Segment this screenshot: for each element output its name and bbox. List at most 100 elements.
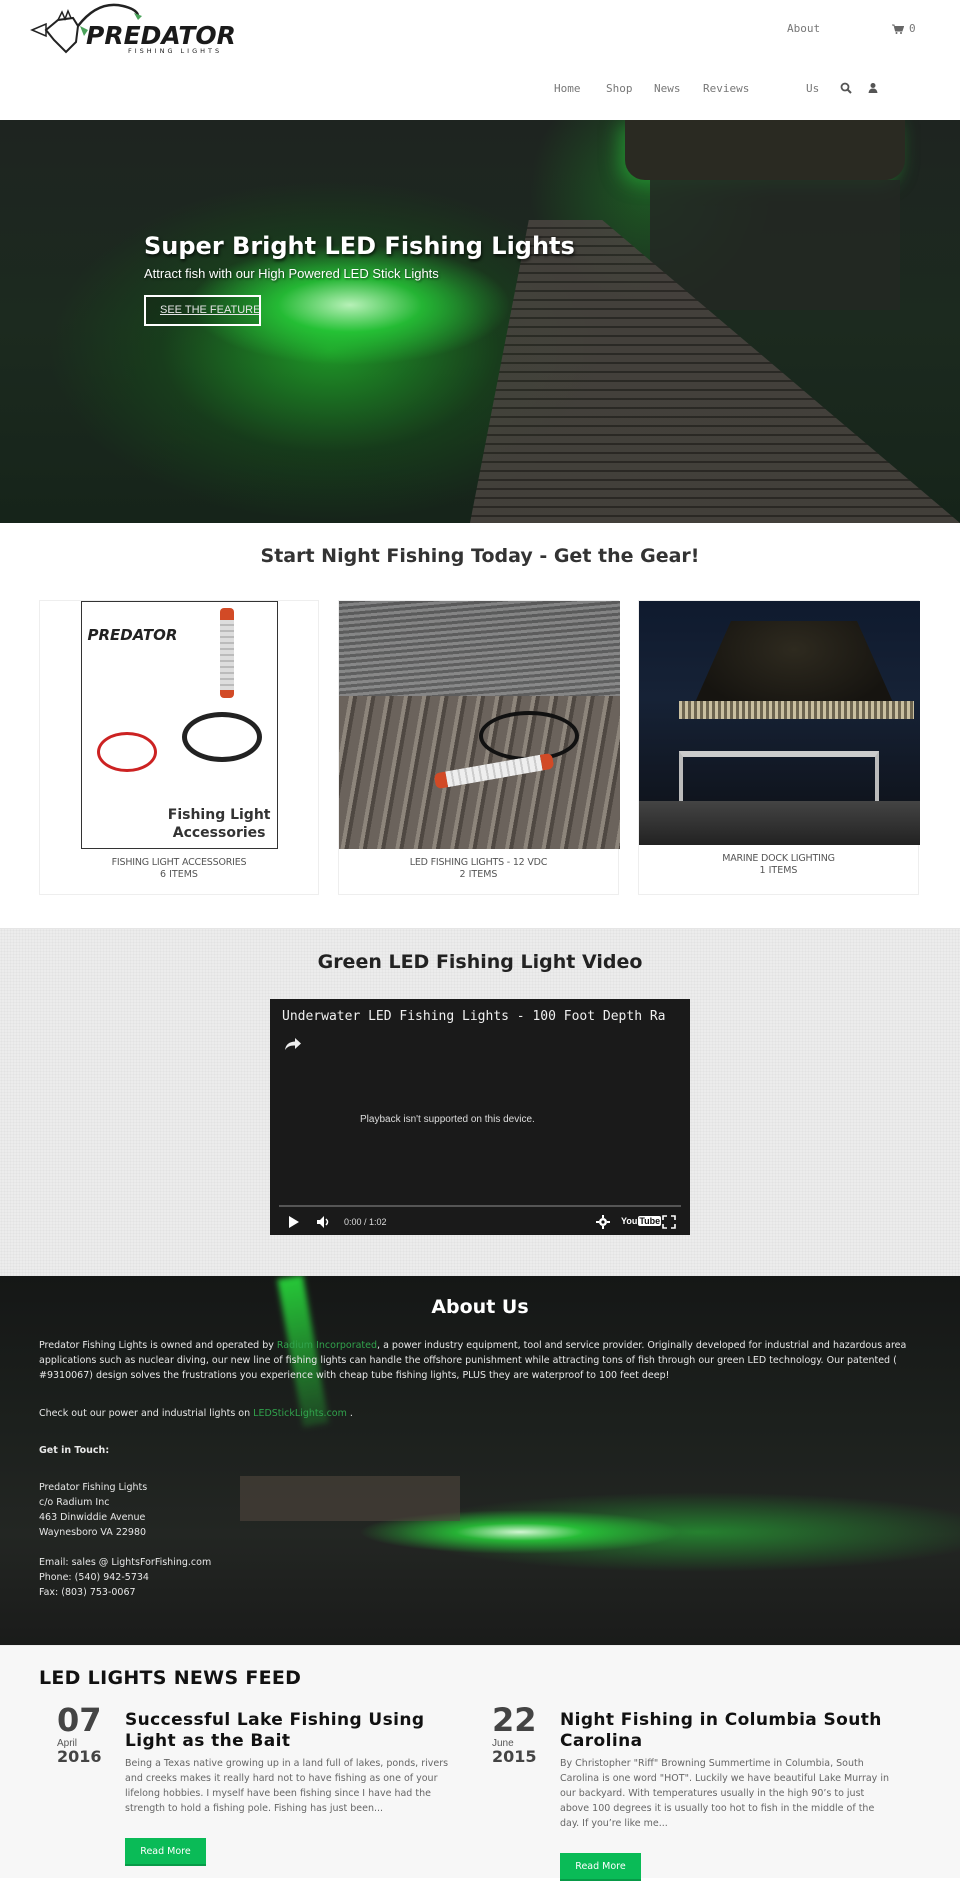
contact-phone: Phone: (540) 942-5734: [39, 1572, 149, 1583]
cart-icon: [892, 24, 904, 34]
post-excerpt: Being a Texas native growing up in a lan…: [125, 1758, 449, 1814]
about-paragraph-2: Check out our power and industrial light…: [39, 1406, 921, 1421]
cart-button[interactable]: 0: [892, 22, 916, 35]
address-line: Predator Fishing Lights: [39, 1482, 148, 1493]
hut-fringe-shape: [679, 701, 914, 719]
youtube-logo-you: You: [621, 1216, 638, 1226]
accessories-image-caption: Fishing Light Accessories: [168, 806, 271, 842]
nav-shop[interactable]: Shop: [606, 82, 633, 95]
post-body: Successful Lake Fishing Using Light as t…: [125, 1710, 455, 1866]
address-line: 463 Dinwiddie Avenue: [39, 1512, 146, 1523]
collection-title[interactable]: LED FISHING LIGHTS - 12 VDC: [339, 857, 618, 868]
about-text: Predator Fishing Lights is owned and ope…: [0, 1338, 960, 1600]
read-more-button[interactable]: Read More: [560, 1853, 641, 1881]
hero-banner: Super Bright LED Fishing Lights Attract …: [0, 120, 960, 523]
read-more-button[interactable]: Read More: [125, 1838, 206, 1866]
cable-coil-shape: [181, 712, 262, 762]
post-year: 2016: [57, 1747, 102, 1766]
about-p1-text: Predator Fishing Lights is owned and ope…: [39, 1340, 277, 1351]
post-body: Night Fishing in Columbia South Carolina…: [560, 1710, 890, 1881]
contact-block: Email: sales @ LightsForFishing.com Phon…: [39, 1555, 921, 1600]
cart-count: 0: [909, 22, 916, 35]
hero-subtitle: Attract fish with our High Powered LED S…: [144, 266, 439, 281]
collection-grid: PREDATOR Fishing Light Accessories FISHI…: [39, 600, 920, 895]
playback-message: Playback isn't supported on this device.: [360, 1114, 535, 1125]
caption-line-1: Fishing Light: [167, 807, 271, 823]
svg-text:PREDATOR: PREDATOR: [86, 21, 236, 50]
collection-title[interactable]: MARINE DOCK LIGHTING: [639, 853, 918, 864]
fullscreen-icon[interactable]: [662, 1215, 676, 1229]
svg-text:FISHING LIGHTS: FISHING LIGHTS: [128, 47, 222, 55]
post-day: 22: [492, 1701, 537, 1739]
collection-count: 1 ITEMS: [759, 865, 798, 876]
gear-section-title: Start Night Fishing Today - Get the Gear…: [260, 545, 700, 567]
post-date: 07 April 2016: [57, 1704, 107, 1765]
post-excerpt: By Christopher "Riff" Browning Summertim…: [560, 1758, 889, 1829]
collection-card-accessories[interactable]: PREDATOR Fishing Light Accessories FISHI…: [39, 600, 319, 895]
video-progress-bar[interactable]: [279, 1205, 681, 1207]
nav-us[interactable]: Us: [806, 82, 819, 95]
about-paragraph-1: Predator Fishing Lights is owned and ope…: [39, 1338, 921, 1383]
contact-fax: Fax: (803) 753-0067: [39, 1587, 136, 1598]
accessories-image-logo: PREDATOR: [87, 626, 178, 644]
hero-title: Super Bright LED Fishing Lights: [144, 232, 575, 260]
youtube-logo[interactable]: You Tube: [620, 1216, 662, 1226]
bench-shape: [679, 751, 879, 801]
about-p2-text-end: .: [346, 1408, 353, 1419]
post-date: 22 June 2015: [492, 1704, 542, 1765]
play-icon[interactable]: [288, 1215, 300, 1229]
accessories-image[interactable]: PREDATOR Fishing Light Accessories: [80, 601, 278, 849]
video-section: Green LED Fishing Light Video Underwater…: [0, 928, 960, 1276]
post-title[interactable]: Successful Lake Fishing Using Light as t…: [125, 1710, 455, 1752]
see-features-button[interactable]: SEE THE FEATURES: [144, 295, 261, 326]
news-section: LED LIGHTS NEWS FEED 07 April 2016 Succe…: [0, 1645, 960, 1881]
collection-count: 2 ITEMS: [459, 869, 498, 880]
share-icon[interactable]: [284, 1037, 302, 1051]
led-tube-shape: [219, 608, 234, 698]
post-day: 07: [57, 1701, 102, 1739]
address-block: Predator Fishing Lights c/o Radium Inc 4…: [39, 1480, 921, 1540]
about-title: About Us: [431, 1296, 529, 1318]
hero-hut-shape: [625, 120, 905, 180]
collection-card-dock-lighting[interactable]: MARINE DOCK LIGHTING 1 ITEMS: [638, 600, 920, 895]
hero-hut-base: [650, 180, 900, 310]
post-title[interactable]: Night Fishing in Columbia South Carolina: [560, 1710, 890, 1752]
youtube-logo-tube: Tube: [638, 1216, 662, 1226]
site-logo[interactable]: PREDATOR FISHING LIGHTS: [28, 0, 240, 62]
collection-count: 6 ITEMS: [160, 869, 198, 880]
video-controls: 0:00 / 1:02 You Tube: [270, 1213, 690, 1233]
cable-shape: [479, 711, 579, 761]
hero-content: Super Bright LED Fishing Lights Attract …: [144, 232, 575, 330]
anglerfish-logo-icon: PREDATOR FISHING LIGHTS: [30, 3, 236, 55]
search-icon[interactable]: [840, 82, 852, 94]
get-in-touch-heading: Get in Touch:: [39, 1445, 110, 1456]
video-time: 0:00 / 1:02: [344, 1217, 387, 1227]
about-section: About Us Predator Fishing Lights is owne…: [0, 1276, 960, 1645]
led-lights-image[interactable]: [339, 601, 620, 849]
collection-card-led-lights[interactable]: LED FISHING LIGHTS - 12 VDC 2 ITEMS: [338, 600, 620, 895]
contact-email: Email: sales @ LightsForFishing.com: [39, 1557, 212, 1568]
caption-line-2: Accessories: [172, 825, 266, 841]
user-icon[interactable]: [867, 82, 879, 94]
deck-shape: [639, 801, 920, 845]
water-shape: [339, 601, 620, 696]
nav-reviews[interactable]: Reviews: [703, 82, 749, 95]
nav-home[interactable]: Home: [554, 82, 581, 95]
news-title: LED LIGHTS NEWS FEED: [39, 1667, 302, 1689]
volume-icon[interactable]: [316, 1215, 332, 1229]
settings-gear-icon[interactable]: [596, 1215, 610, 1229]
video-player[interactable]: Underwater LED Fishing Lights - 100 Foot…: [270, 999, 690, 1235]
red-wire-shape: [96, 732, 157, 772]
nav-news[interactable]: News: [654, 82, 681, 95]
ledsticklights-link[interactable]: LEDStickLights.com: [253, 1408, 347, 1419]
collection-title[interactable]: FISHING LIGHT ACCESSORIES: [40, 857, 318, 868]
post-year: 2015: [492, 1747, 537, 1766]
gear-section: Start Night Fishing Today - Get the Gear…: [0, 523, 960, 928]
nav-about[interactable]: About: [787, 22, 820, 35]
dock-lighting-image[interactable]: [639, 601, 920, 845]
address-line: Waynesboro VA 22980: [39, 1527, 147, 1538]
radium-link[interactable]: Radium Incorporated: [277, 1340, 377, 1351]
address-line: c/o Radium Inc: [39, 1497, 110, 1508]
about-p2-text: Check out our power and industrial light…: [39, 1408, 254, 1419]
video-title[interactable]: Underwater LED Fishing Lights - 100 Foot…: [282, 1009, 666, 1024]
